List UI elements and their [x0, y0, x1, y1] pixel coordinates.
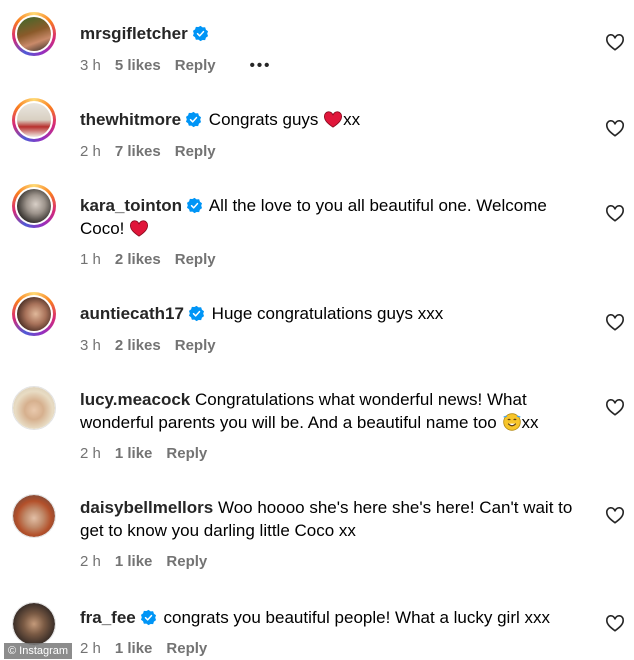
avatar[interactable] — [12, 292, 56, 336]
verified-badge-icon — [188, 305, 204, 322]
comment-time: 3 h — [80, 337, 101, 354]
like-heart-icon[interactable] — [605, 398, 625, 416]
comment-meta: 2 h 7 likes Reply — [80, 143, 230, 160]
likes-count[interactable]: 2 likes — [115, 251, 161, 268]
likes-count[interactable]: 1 like — [115, 640, 153, 657]
verified-badge-icon — [192, 25, 208, 42]
reply-button[interactable]: Reply — [166, 553, 207, 570]
comment-text-suffix: xx — [343, 110, 361, 129]
comment-meta: 2 h 1 like Reply — [80, 640, 221, 657]
red-heart-emoji-icon — [324, 111, 343, 128]
comment-text-suffix: xx — [521, 413, 539, 432]
comment-meta: 3 h 5 likes Reply ••• — [80, 57, 285, 74]
like-heart-icon[interactable] — [605, 614, 625, 632]
comment-time: 1 h — [80, 251, 101, 268]
likes-count[interactable]: 7 likes — [115, 143, 161, 160]
verified-badge-icon — [186, 111, 202, 128]
likes-count[interactable]: 2 likes — [115, 337, 161, 354]
username[interactable]: lucy.meacock — [80, 390, 190, 409]
avatar[interactable] — [12, 98, 56, 142]
reply-button[interactable]: Reply — [175, 337, 216, 354]
comment-text: congrats you beautiful people! What a lu… — [163, 608, 550, 627]
avatar[interactable] — [12, 184, 56, 228]
comment-time: 2 h — [80, 143, 101, 160]
username[interactable]: auntiecath17 — [80, 304, 184, 323]
username[interactable]: mrsgifletcher — [80, 24, 188, 43]
like-heart-icon[interactable] — [605, 313, 625, 331]
reply-button[interactable]: Reply — [166, 640, 207, 657]
red-heart-emoji-icon — [130, 220, 149, 237]
verified-badge-icon — [187, 197, 203, 214]
avatar[interactable] — [12, 386, 56, 430]
like-heart-icon[interactable] — [605, 119, 625, 137]
comment-time: 2 h — [80, 445, 101, 462]
reply-button[interactable]: Reply — [175, 57, 216, 74]
more-options-icon[interactable]: ••• — [250, 57, 272, 74]
username[interactable]: daisybellmellors — [80, 498, 213, 517]
likes-count[interactable]: 1 like — [115, 553, 153, 570]
comment-time: 3 h — [80, 57, 101, 74]
comment-time: 2 h — [80, 640, 101, 657]
avatar[interactable] — [12, 602, 56, 646]
instagram-watermark: © Instagram — [4, 643, 73, 659]
like-heart-icon[interactable] — [605, 204, 625, 222]
reply-button[interactable]: Reply — [166, 445, 207, 462]
like-heart-icon[interactable] — [605, 506, 625, 524]
avatar[interactable] — [12, 12, 56, 56]
comment-meta: 1 h 2 likes Reply — [80, 251, 230, 268]
comment-meta: 3 h 2 likes Reply — [80, 337, 230, 354]
username[interactable]: fra_fee — [80, 608, 136, 627]
verified-badge-icon — [140, 609, 156, 626]
like-heart-icon[interactable] — [605, 33, 625, 51]
comment-meta: 2 h 1 like Reply — [80, 553, 221, 570]
comment-text: Congrats guys — [208, 110, 319, 129]
smiling-face-emoji-icon — [502, 413, 521, 431]
comment-time: 2 h — [80, 553, 101, 570]
comment-meta: 2 h 1 like Reply — [80, 445, 221, 462]
reply-button[interactable]: Reply — [175, 143, 216, 160]
comment-text: Huge congratulations guys xxx — [211, 304, 444, 323]
avatar[interactable] — [12, 494, 56, 538]
reply-button[interactable]: Reply — [175, 251, 216, 268]
likes-count[interactable]: 5 likes — [115, 57, 161, 74]
likes-count[interactable]: 1 like — [115, 445, 153, 462]
username[interactable]: kara_tointon — [80, 196, 182, 215]
username[interactable]: thewhitmore — [80, 110, 181, 129]
